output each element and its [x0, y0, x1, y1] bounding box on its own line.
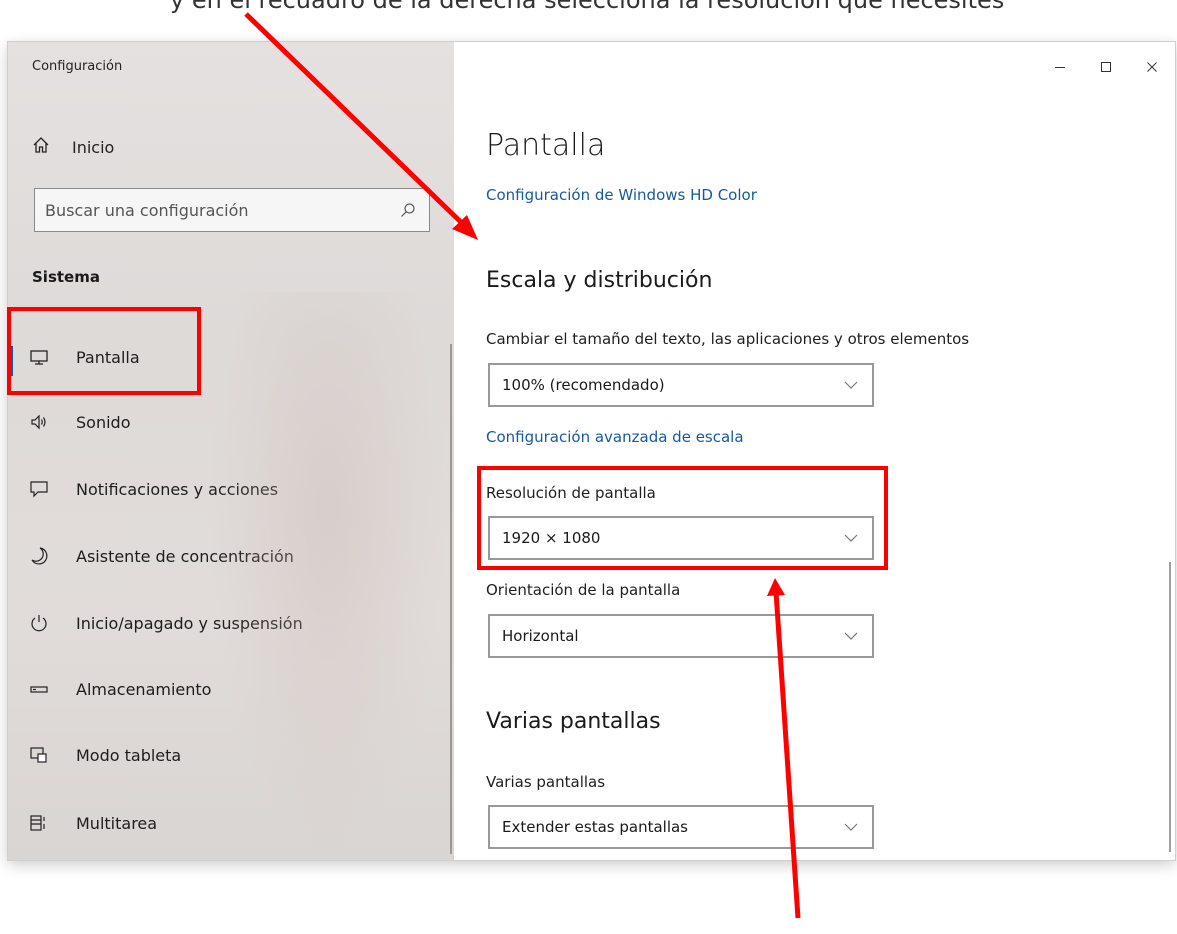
- close-icon: [1147, 62, 1157, 72]
- power-icon: [26, 613, 52, 633]
- sidebar-item-label: Multitarea: [76, 813, 158, 833]
- screenshot-page: y en el recuadro de la derecha seleccion…: [0, 0, 1177, 934]
- maximize-button[interactable]: [1083, 42, 1129, 92]
- sidebar-item-almacenamiento[interactable]: Almacenamiento: [8, 666, 448, 712]
- multi-display-label: Varias pantallas: [486, 773, 606, 791]
- minimize-icon: [1055, 67, 1065, 68]
- maximize-icon: [1101, 62, 1111, 72]
- main-content: Pantalla Configuración de Windows HD Col…: [454, 42, 1175, 860]
- content-scrollbar[interactable]: [1169, 562, 1171, 852]
- sidebar-item-label: Notificaciones y acciones: [76, 479, 279, 499]
- chevron-down-icon: [844, 823, 858, 831]
- sidebar-home-label: Inicio: [72, 137, 115, 157]
- orientation-dropdown-value: Horizontal: [502, 627, 579, 645]
- search-box[interactable]: [34, 188, 430, 232]
- advanced-scale-link[interactable]: Configuración avanzada de escala: [486, 428, 744, 446]
- sidebar-item-label: Asistente de concentración: [76, 546, 294, 566]
- multi-display-heading: Varias pantallas: [486, 709, 661, 734]
- sidebar-home[interactable]: Inicio: [32, 134, 114, 160]
- multi-display-dropdown[interactable]: Extender estas pantallas: [488, 805, 874, 849]
- sidebar-scrollbar[interactable]: [450, 344, 452, 854]
- speaker-icon: [26, 413, 52, 431]
- window-title: Configuración: [32, 59, 123, 74]
- multitask-icon: [26, 814, 52, 832]
- orientation-dropdown[interactable]: Horizontal: [488, 614, 874, 658]
- sidebar-item-label: Modo tableta: [76, 745, 182, 765]
- highlight-pantalla-box: [7, 307, 201, 395]
- page-title: Pantalla: [486, 128, 606, 163]
- sidebar-item-label: Inicio/apagado y suspensión: [76, 613, 303, 633]
- minimize-button[interactable]: [1037, 42, 1083, 92]
- highlight-resolution-box: [477, 466, 888, 570]
- sidebar-item-notificaciones[interactable]: Notificaciones y acciones: [8, 466, 448, 512]
- moon-icon: [26, 546, 52, 566]
- hd-color-link[interactable]: Configuración de Windows HD Color: [486, 186, 757, 204]
- storage-icon: [26, 680, 52, 698]
- search-input[interactable]: [35, 199, 397, 221]
- sidebar-item-inicio-apagado[interactable]: Inicio/apagado y suspensión: [8, 600, 448, 646]
- scale-dropdown[interactable]: 100% (recomendado): [488, 363, 874, 407]
- home-icon: [32, 136, 50, 158]
- tablet-icon: [26, 746, 52, 764]
- sidebar-item-modo-tableta[interactable]: Modo tableta: [8, 732, 448, 778]
- sidebar-section-label: Sistema: [32, 268, 100, 286]
- sidebar-item-multitarea[interactable]: Multitarea: [8, 800, 448, 846]
- scale-heading: Escala y distribución: [486, 268, 713, 293]
- sidebar-item-label: Almacenamiento: [76, 679, 212, 699]
- scale-label: Cambiar el tamaño del texto, las aplicac…: [486, 330, 970, 348]
- sidebar-item-label: Sonido: [76, 412, 131, 432]
- close-button[interactable]: [1129, 42, 1175, 92]
- multi-display-dropdown-value: Extender estas pantallas: [502, 818, 688, 836]
- chevron-down-icon: [844, 632, 858, 640]
- orientation-label: Orientación de la pantalla: [486, 581, 681, 599]
- search-icon[interactable]: [397, 202, 419, 218]
- sidebar-item-asistente-concentracion[interactable]: Asistente de concentración: [8, 533, 448, 579]
- instruction-caption: y en el recuadro de la derecha seleccion…: [170, 0, 1005, 14]
- notification-icon: [26, 480, 52, 498]
- sidebar: Configuración Inicio Sistema Panta: [8, 42, 454, 860]
- window-controls: [1037, 42, 1175, 92]
- chevron-down-icon: [844, 381, 858, 389]
- settings-window: Configuración Inicio Sistema Panta: [8, 42, 1175, 860]
- sidebar-item-sonido[interactable]: Sonido: [8, 399, 448, 445]
- scale-dropdown-value: 100% (recomendado): [502, 376, 665, 394]
